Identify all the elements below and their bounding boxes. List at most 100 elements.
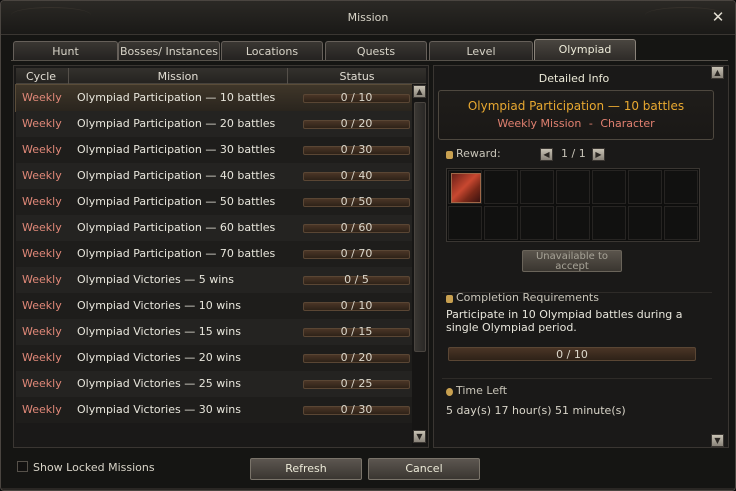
column-header-status[interactable]: Status [288, 70, 426, 83]
table-header: Cycle Mission Status [16, 68, 426, 84]
table-row[interactable]: Weekly Olympiad Victories — 20 wins 0 / 20 [16, 345, 412, 371]
row-cycle: Weekly [22, 195, 62, 208]
mission-list-panel: Cycle Mission Status Weekly Olympiad Part… [13, 65, 429, 448]
scroll-icon [446, 295, 453, 303]
detail-subtitle-separator: - [588, 117, 593, 130]
row-mission: Olympiad Participation — 50 battles [77, 195, 276, 208]
detail-title-box: Olympiad Participation — 10 battles Week… [438, 90, 714, 140]
reward-slot[interactable] [628, 170, 662, 204]
close-icon[interactable]: ✕ [709, 8, 727, 26]
tab-olympiad[interactable]: Olympiad [534, 39, 636, 61]
tab-level[interactable]: Level [429, 41, 533, 61]
clock-icon [446, 388, 453, 396]
table-row[interactable]: Weekly Olympiad Participation — 70 battle… [16, 241, 412, 267]
column-header-mission[interactable]: Mission [69, 70, 287, 83]
reward-slot[interactable] [556, 206, 590, 240]
accept-button[interactable]: Unavailable to accept [522, 250, 622, 272]
row-mission: Olympiad Participation — 30 battles [77, 143, 276, 156]
row-cycle: Weekly [22, 403, 62, 416]
row-mission: Olympiad Participation — 40 battles [77, 169, 276, 182]
row-status: 0 / 10 [340, 299, 373, 312]
scroll-up-icon[interactable]: ▲ [413, 85, 426, 98]
row-mission: Olympiad Participation — 10 battles [77, 91, 276, 104]
row-cycle: Weekly [22, 377, 62, 390]
reward-prev-icon[interactable]: ◀ [540, 148, 553, 161]
row-status: 0 / 30 [340, 403, 373, 416]
row-status: 0 / 30 [340, 143, 373, 156]
row-cycle: Weekly [22, 351, 62, 364]
reward-slot[interactable] [592, 206, 626, 240]
reward-slot[interactable] [556, 170, 590, 204]
scrollbar-thumb[interactable] [414, 102, 426, 352]
reward-slot[interactable] [448, 170, 482, 204]
table-row[interactable]: Weekly Olympiad Participation — 50 battle… [16, 189, 412, 215]
row-status: 0 / 20 [340, 117, 373, 130]
scrollbar[interactable]: ▲ ▼ [412, 84, 428, 446]
row-status: 0 / 25 [340, 377, 373, 390]
section-divider [442, 378, 712, 379]
table-row[interactable]: Weekly Olympiad Victories — 25 wins 0 / 25 [16, 371, 412, 397]
row-status: 0 / 50 [340, 195, 373, 208]
row-mission: Olympiad Victories — 5 wins [77, 273, 234, 286]
table-row[interactable]: Weekly Olympiad Participation — 30 battle… [16, 137, 412, 163]
reward-slot[interactable] [520, 170, 554, 204]
reward-slot[interactable] [448, 206, 482, 240]
window-title: Mission [347, 11, 389, 24]
refresh-button[interactable]: Refresh [250, 458, 362, 480]
row-cycle: Weekly [22, 273, 62, 286]
reward-slot[interactable] [628, 206, 662, 240]
row-mission: Olympiad Victories — 15 wins [77, 325, 241, 338]
show-locked-checkbox[interactable] [17, 461, 28, 472]
table-row[interactable]: Weekly Olympiad Participation — 60 battle… [16, 215, 412, 241]
show-locked-label[interactable]: Show Locked Missions [33, 461, 155, 474]
row-status: 0 / 20 [340, 351, 373, 364]
detail-scroll-up-icon[interactable]: ▲ [711, 66, 724, 79]
row-cycle: Weekly [22, 299, 62, 312]
table-row[interactable]: Weekly Olympiad Participation — 20 battle… [16, 111, 412, 137]
tab-divider [11, 60, 728, 61]
time-left-value: 5 day(s) 17 hour(s) 51 minute(s) [446, 404, 626, 417]
table-row[interactable]: Weekly Olympiad Victories — 10 wins 0 / 10 [16, 293, 412, 319]
reward-next-icon[interactable]: ▶ [592, 148, 605, 161]
row-status: 0 / 60 [340, 221, 373, 234]
tab-hunt[interactable]: Hunt [13, 41, 118, 61]
window-bottom-edge [1, 488, 735, 490]
tab-bosses-instances[interactable]: Bosses/ Instances [118, 41, 220, 61]
row-status: 0 / 10 [340, 91, 373, 104]
reward-slot[interactable] [484, 206, 518, 240]
reward-page: 1 / 1 [561, 147, 586, 160]
row-mission: Olympiad Participation — 70 battles [77, 247, 276, 260]
table-row[interactable]: Weekly Olympiad Participation — 40 battle… [16, 163, 412, 189]
row-cycle: Weekly [22, 91, 62, 104]
reward-item-icon[interactable] [451, 173, 481, 203]
cancel-button[interactable]: Cancel [368, 458, 480, 480]
column-header-cycle[interactable]: Cycle [16, 70, 66, 83]
row-mission: Olympiad Victories — 20 wins [77, 351, 241, 364]
completion-requirements-label: Completion Requirements [456, 291, 599, 304]
row-cycle: Weekly [22, 117, 62, 130]
detail-mission-type: Weekly Mission [497, 117, 582, 130]
row-status: 0 / 5 [344, 273, 369, 286]
reward-slot[interactable] [520, 206, 554, 240]
row-mission: Olympiad Victories — 10 wins [77, 299, 241, 312]
row-cycle: Weekly [22, 221, 62, 234]
table-row[interactable]: Weekly Olympiad Victories — 30 wins 0 / 30 [16, 397, 412, 423]
tab-locations[interactable]: Locations [221, 41, 323, 61]
reward-slot[interactable] [484, 170, 518, 204]
tab-quests[interactable]: Quests [325, 41, 427, 61]
row-mission: Olympiad Victories — 25 wins [77, 377, 241, 390]
reward-slot[interactable] [664, 206, 698, 240]
completion-description: Participate in 10 Olympiad battles durin… [446, 308, 683, 334]
mission-window: Mission ✕ Hunt Bosses/ Instances Locatio… [0, 0, 736, 491]
table-row[interactable]: Weekly Olympiad Victories — 15 wins 0 / 15 [16, 319, 412, 345]
row-mission: Olympiad Victories — 30 wins [77, 403, 241, 416]
detail-header: Detailed Info [538, 72, 610, 85]
reward-slot[interactable] [592, 170, 626, 204]
reward-slot[interactable] [664, 170, 698, 204]
title-bar[interactable]: Mission ✕ [1, 1, 735, 35]
table-row[interactable]: Weekly Olympiad Victories — 5 wins 0 / 5 [16, 267, 412, 293]
reward-label: Reward: [456, 147, 501, 160]
table-row[interactable]: Weekly Olympiad Participation — 10 battle… [15, 84, 413, 112]
detail-scroll-down-icon[interactable]: ▼ [711, 434, 724, 447]
scroll-down-icon[interactable]: ▼ [413, 430, 426, 443]
